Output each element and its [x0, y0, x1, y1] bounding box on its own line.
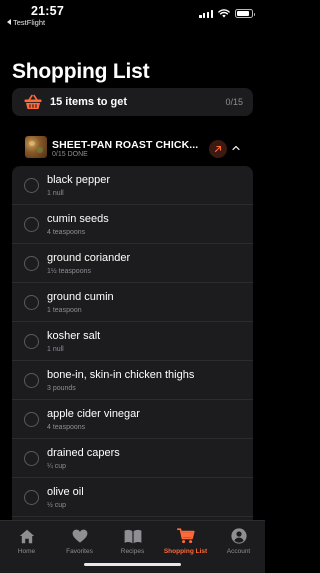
- recipe-name: SHEET-PAN ROAST CHICK...: [52, 139, 199, 151]
- ingredient-name: olive oil: [47, 486, 84, 498]
- ingredient-list: black pepper 1 null cumin seeds 4 teaspoons…: [12, 166, 253, 566]
- tab-recipes[interactable]: Recipes: [106, 527, 159, 555]
- recipe-group-header[interactable]: SHEET-PAN ROAST CHICK... 0/15 DONE: [12, 134, 253, 164]
- checkbox-circle[interactable]: [24, 373, 39, 388]
- ingredient-quantity: ¼ cup: [47, 463, 67, 470]
- book-icon: [106, 527, 159, 545]
- tab-label: Account: [226, 548, 251, 555]
- tab-shopping-list[interactable]: Shopping List: [159, 527, 212, 555]
- ingredient-quantity: 4 teaspoons: [47, 229, 86, 236]
- open-recipe-button[interactable]: [209, 140, 227, 158]
- battery-fill: [237, 11, 249, 16]
- back-triangle-icon: [7, 19, 11, 25]
- list-item[interactable]: drained capers ¼ cup: [12, 439, 253, 478]
- arrow-up-right-icon: [214, 145, 222, 153]
- list-item[interactable]: kosher salt 1 null: [12, 322, 253, 361]
- items-summary-count: 0/15: [225, 97, 243, 107]
- ingredient-name: drained capers: [47, 447, 120, 459]
- checkbox-circle[interactable]: [24, 334, 39, 349]
- heart-icon: [53, 527, 106, 545]
- ingredient-quantity: 1½ teaspoons: [47, 268, 91, 275]
- tab-favorites[interactable]: Favorites: [53, 527, 106, 555]
- ingredient-quantity: 4 teaspoons: [47, 424, 86, 431]
- status-time: 21:57: [31, 4, 64, 18]
- basket-icon: [24, 94, 42, 109]
- ingredient-name: bone-in, skin-in chicken thighs: [47, 369, 195, 381]
- person-icon: [212, 527, 265, 545]
- checkbox-circle[interactable]: [24, 412, 39, 427]
- items-summary-label: 15 items to get: [50, 96, 128, 108]
- tab-account[interactable]: Account: [212, 527, 265, 555]
- checkbox-circle[interactable]: [24, 217, 39, 232]
- list-item[interactable]: cumin seeds 4 teaspoons: [12, 205, 253, 244]
- back-to-app-link[interactable]: TestFlight: [7, 18, 45, 27]
- recipe-thumbnail: [25, 136, 47, 158]
- list-item[interactable]: black pepper 1 null: [12, 166, 253, 205]
- ingredient-name: ground cumin: [47, 291, 114, 303]
- recipe-progress: 0/15 DONE: [52, 151, 88, 158]
- tab-label: Shopping List: [163, 548, 208, 555]
- tab-label: Recipes: [120, 548, 145, 555]
- list-item[interactable]: ground cumin 1 teaspoon: [12, 283, 253, 322]
- status-bar: 21:57 TestFlight: [0, 0, 265, 30]
- checkbox-circle[interactable]: [24, 295, 39, 310]
- wifi-icon: [218, 9, 230, 18]
- ingredient-quantity: 1 null: [47, 190, 64, 197]
- collapse-recipe-button[interactable]: [230, 142, 242, 154]
- ingredient-quantity: 1 null: [47, 346, 64, 353]
- list-item[interactable]: bone-in, skin-in chicken thighs 3 pounds: [12, 361, 253, 400]
- list-item[interactable]: apple cider vinegar 4 teaspoons: [12, 400, 253, 439]
- screen: 21:57 TestFlight Shopping List 15 items …: [0, 0, 265, 573]
- battery-icon: [235, 9, 255, 18]
- ingredient-quantity: 3 pounds: [47, 385, 76, 392]
- tab-label: Home: [17, 548, 36, 555]
- ingredient-name: apple cider vinegar: [47, 408, 140, 420]
- checkbox-circle[interactable]: [24, 490, 39, 505]
- ingredient-quantity: 1 teaspoon: [47, 307, 82, 314]
- ingredient-name: cumin seeds: [47, 213, 109, 225]
- items-summary-card: 15 items to get 0/15: [12, 88, 253, 116]
- checkbox-circle[interactable]: [24, 178, 39, 193]
- tab-label: Favorites: [66, 548, 93, 555]
- status-icons: [199, 9, 255, 18]
- ingredient-name: black pepper: [47, 174, 110, 186]
- home-indicator: [84, 563, 181, 566]
- ingredient-quantity: ½ cup: [47, 502, 67, 509]
- list-item[interactable]: olive oil ½ cup: [12, 478, 253, 517]
- chevron-up-icon: [232, 145, 240, 151]
- back-app-label: TestFlight: [13, 18, 46, 27]
- list-item[interactable]: ground coriander 1½ teaspoons: [12, 244, 253, 283]
- page-title: Shopping List: [12, 60, 150, 83]
- cart-icon: [159, 527, 212, 545]
- checkbox-circle[interactable]: [24, 451, 39, 466]
- home-icon: [0, 527, 53, 545]
- checkbox-circle[interactable]: [24, 256, 39, 271]
- ingredient-name: kosher salt: [47, 330, 101, 342]
- tab-home[interactable]: Home: [0, 527, 53, 555]
- ingredient-name: ground coriander: [47, 252, 131, 264]
- cellular-signal-icon: [199, 9, 213, 18]
